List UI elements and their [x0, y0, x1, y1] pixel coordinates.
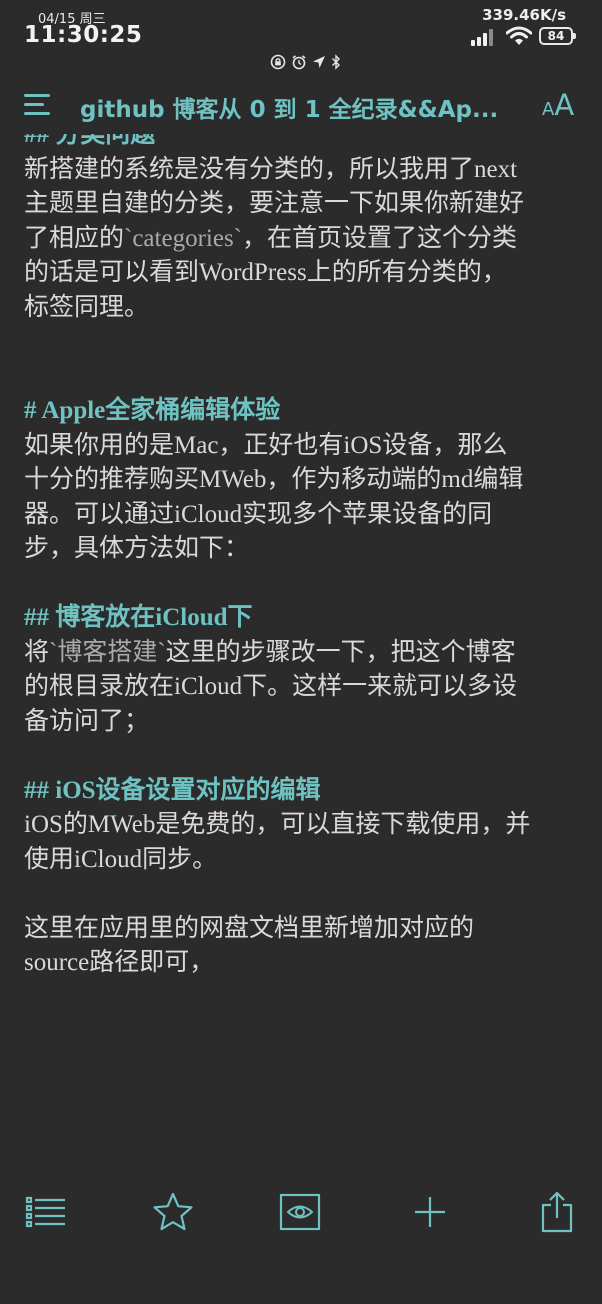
preview-eye-icon[interactable]	[274, 1186, 326, 1238]
status-time: 11:30:25	[24, 22, 143, 48]
partial-heading: ## 分类问题	[24, 134, 156, 148]
navigation-bar: github 博客从 0 到 1 全纪录&&Ap... AA	[0, 82, 602, 134]
screen-lock-icon	[270, 54, 286, 70]
share-icon[interactable]	[531, 1186, 583, 1238]
document-title: github 博客从 0 到 1 全纪录&&Ap...	[80, 97, 499, 123]
paragraph-text: 将	[24, 638, 50, 666]
heading-ios: ## iOS设备设置对应的编辑	[24, 776, 321, 804]
font-size-small-glyph: A	[542, 99, 555, 120]
paragraph-categories: 新搭建的系统是没有分类的，所以我用了next 主题里自建的分类，要注意一下如果你…	[24, 153, 584, 326]
battery-icon: 84	[539, 27, 576, 45]
paragraph-apple: 如果你用的是Mac，正好也有iOS设备，那么 十分的推荐购买MWeb，作为移动端…	[24, 431, 524, 563]
paragraph-source: 这里在应用里的网盘文档里新增加对应的 source路径即可，	[24, 914, 475, 977]
wifi-icon	[506, 26, 532, 45]
paragraph-icloud: 将`博客搭建`这里的步骤改一下，把这个博客 的根目录放在iCloud下。这样一来…	[24, 636, 584, 740]
heading-apple: # Apple全家桶编辑体验	[24, 397, 281, 424]
signal-icon	[471, 28, 497, 46]
font-size-big-glyph: A	[554, 88, 575, 122]
location-icon	[313, 56, 325, 68]
hamburger-menu-icon[interactable]	[24, 92, 54, 120]
add-icon[interactable]	[404, 1186, 456, 1238]
status-indicators	[270, 54, 341, 70]
status-bar: 04/15 周三 11:30:25 339.46K/s 84	[0, 0, 602, 80]
font-size-icon[interactable]: AA	[542, 88, 574, 122]
bottom-toolbar	[0, 1186, 602, 1242]
network-speed: 339.46K/s	[482, 6, 566, 24]
paragraph-ios: iOS的MWeb是免费的，可以直接下载使用，并 使用iCloud同步。	[24, 811, 531, 873]
alarm-icon	[292, 55, 306, 70]
outline-list-icon[interactable]	[20, 1186, 72, 1238]
inline-code: `博客搭建`	[49, 638, 166, 666]
bluetooth-icon	[332, 54, 340, 70]
star-icon[interactable]	[147, 1186, 199, 1238]
inline-code: `categories`	[124, 224, 242, 252]
heading-icloud: ## 博客放在iCloud下	[24, 604, 253, 631]
markdown-preview[interactable]: ## 分类问题 新搭建的系统是没有分类的，所以我用了next 主题里自建的分类，…	[24, 134, 584, 1014]
